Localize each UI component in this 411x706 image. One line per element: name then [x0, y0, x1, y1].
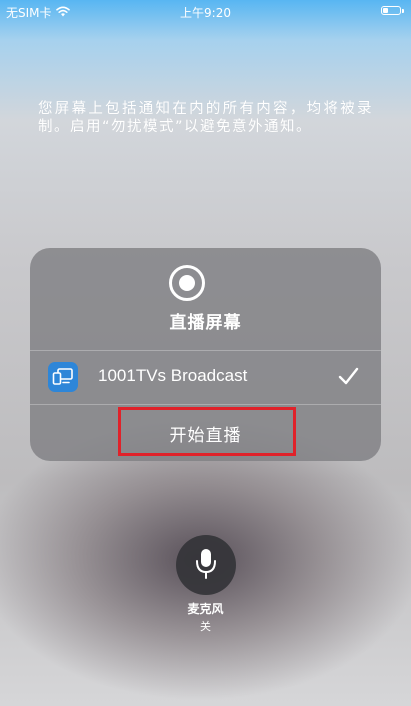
- record-icon: [169, 265, 205, 301]
- highlight-box: [118, 407, 296, 456]
- microphone-state: 关: [200, 620, 211, 633]
- microphone-label: 麦克风: [187, 602, 224, 616]
- extension-name: 1001TVs Broadcast: [98, 366, 248, 385]
- status-time: 上午9:20: [180, 6, 231, 20]
- screen-mirror-icon: [48, 362, 78, 392]
- battery-icon: [381, 6, 404, 15]
- extension-row-1001tvs[interactable]: 1001TVs Broadcast: [30, 351, 381, 404]
- recording-notice: 您屏幕上包括通知在内的所有内容，均将被录制。启用“勿扰模式”以避免意外通知。: [38, 101, 373, 135]
- panel-title: 直播屏幕: [169, 313, 242, 333]
- microphone-toggle[interactable]: [176, 535, 236, 595]
- checkmark-icon: [337, 365, 359, 387]
- status-bar: 无SIM卡 上午9:20: [0, 0, 411, 22]
